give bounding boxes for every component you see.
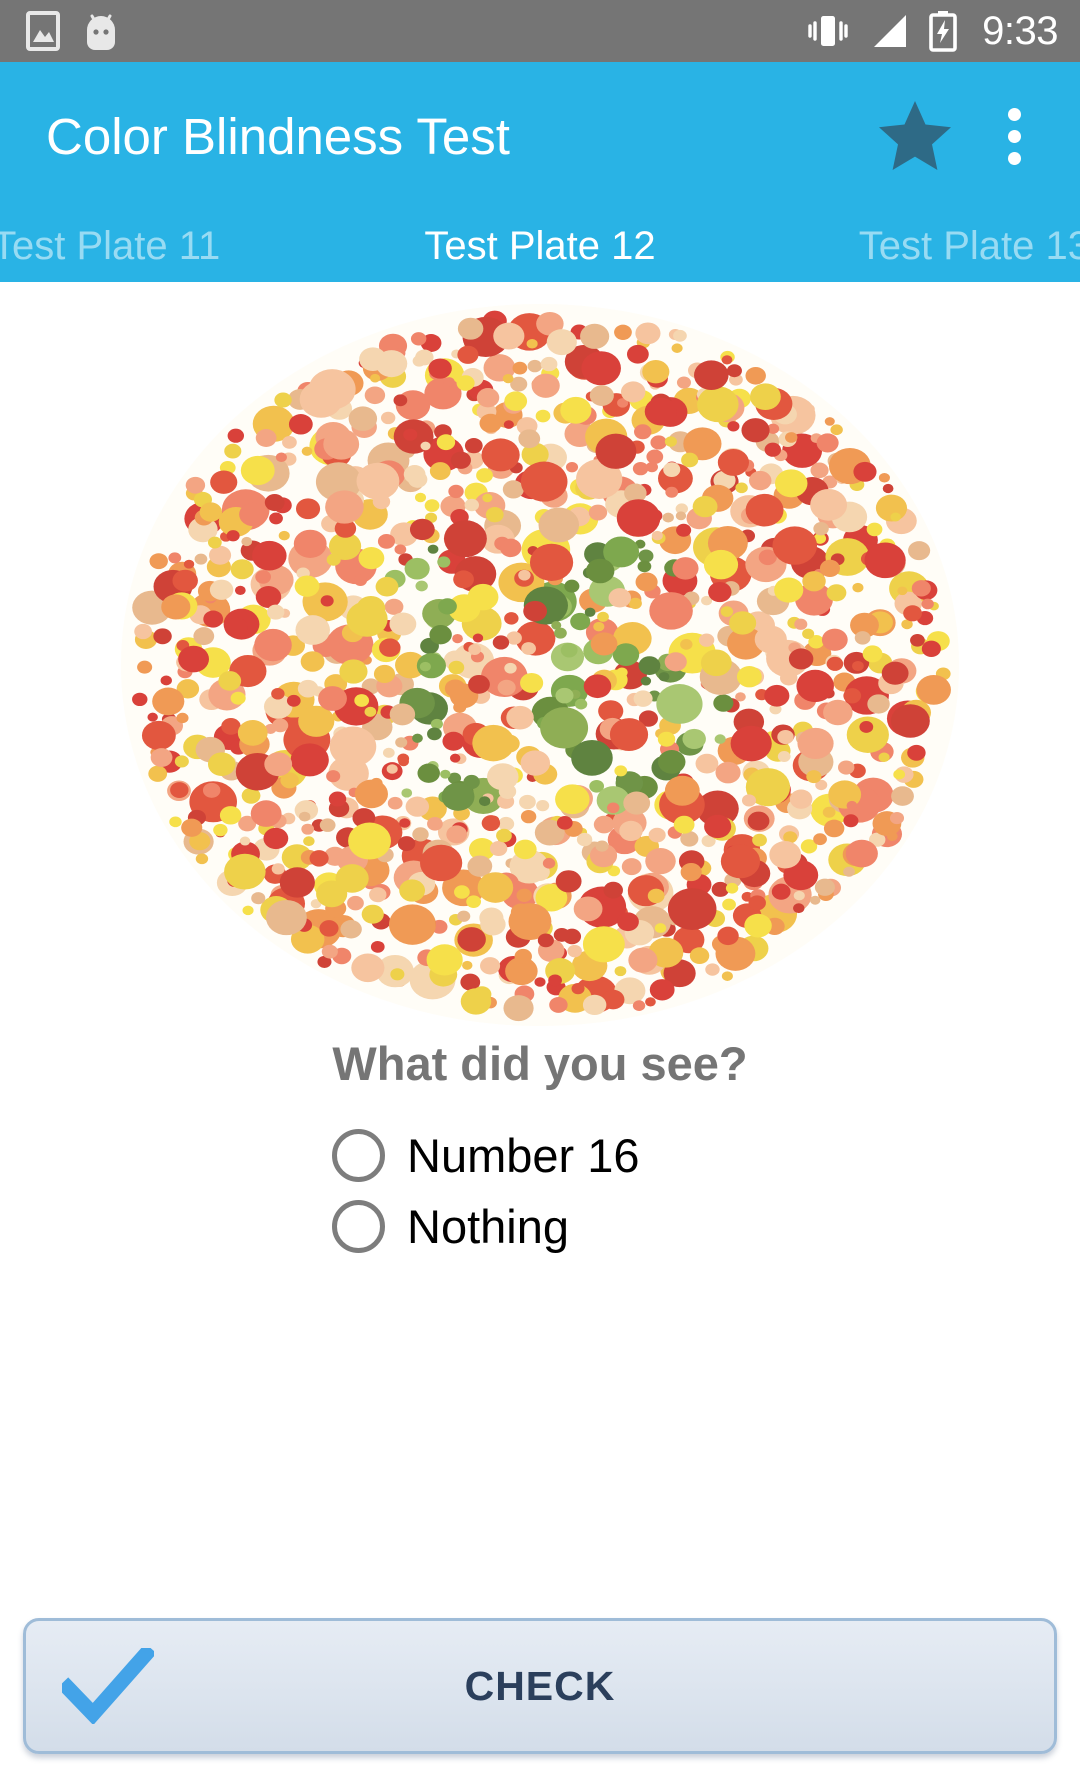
- battery-charging-icon: [928, 10, 958, 52]
- radio-option-number-16[interactable]: Number 16: [332, 1129, 640, 1182]
- check-button-label: CHECK: [464, 1662, 616, 1709]
- status-bar: 9:33: [0, 0, 1080, 62]
- overflow-menu-icon: [1007, 129, 1021, 143]
- status-bar-clock: 9:33: [982, 9, 1058, 53]
- overflow-menu-icon: [1007, 151, 1021, 165]
- app-screen: 9:33 Color Blindness Test Test Plate 11 …: [0, 0, 1080, 1776]
- status-bar-right-icons: 9:33: [806, 10, 1058, 52]
- page-title: Color Blindness Test: [46, 107, 510, 165]
- check-button[interactable]: CHECK: [23, 1618, 1057, 1754]
- tab-test-plate-active[interactable]: Test Plate 12: [424, 226, 655, 266]
- favorite-star-button[interactable]: [876, 98, 954, 174]
- tab-test-plate-previous[interactable]: Test Plate 11: [0, 226, 220, 266]
- ishihara-plate-image: [121, 304, 959, 1026]
- star-icon: [876, 98, 954, 174]
- answer-options-group: Number 16 Nothing: [0, 1129, 1080, 1253]
- radio-option-label: Number 16: [407, 1129, 640, 1182]
- radio-option-label: Nothing: [407, 1200, 569, 1253]
- ishihara-plate-container: [120, 300, 960, 1030]
- check-button-area: CHECK: [0, 1618, 1080, 1754]
- app-bar-actions: [876, 98, 1054, 174]
- radio-button[interactable]: [332, 1129, 385, 1182]
- question-text: What did you see?: [332, 1037, 748, 1090]
- checkmark-icon: [62, 1648, 154, 1724]
- overflow-menu-button[interactable]: [992, 107, 1036, 165]
- radio-option-nothing[interactable]: Nothing: [332, 1200, 569, 1253]
- main-content: What did you see? Number 16 Nothing CHEC…: [0, 282, 1080, 1776]
- gallery-image-icon: [26, 11, 60, 51]
- app-bar: Color Blindness Test: [0, 62, 1080, 210]
- status-bar-left-icons: [26, 10, 120, 52]
- vibrate-icon: [806, 11, 850, 51]
- ishihara-test-plate: [121, 304, 959, 1026]
- tab-test-plate-next[interactable]: Test Plate 13: [859, 226, 1080, 266]
- android-mascot-icon: [82, 10, 120, 52]
- tab-strip[interactable]: Test Plate 11 Test Plate 12 Test Plate 1…: [0, 210, 1080, 282]
- radio-button[interactable]: [332, 1200, 385, 1253]
- signal-triangle-icon: [868, 12, 910, 50]
- overflow-menu-icon: [1007, 107, 1021, 121]
